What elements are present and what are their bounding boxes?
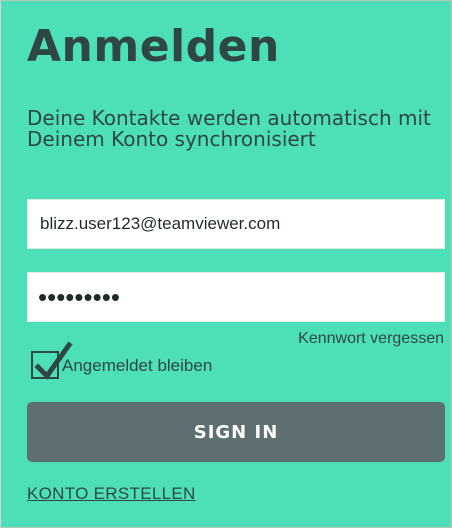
sign-in-button[interactable]: SIGN IN bbox=[27, 402, 445, 462]
email-field[interactable] bbox=[27, 199, 445, 249]
login-panel: Anmelden Deine Kontakte werden automatis… bbox=[0, 0, 452, 528]
checkbox-box[interactable] bbox=[31, 341, 73, 380]
password-field[interactable] bbox=[27, 272, 445, 322]
forgot-password-link[interactable]: Kennwort vergessen bbox=[298, 330, 444, 348]
create-account-link[interactable]: KONTO ERSTELLEN bbox=[27, 484, 196, 504]
remember-me-checkbox[interactable]: Angemeldet bleiben bbox=[31, 341, 213, 387]
remember-me-label: Angemeldet bleiben bbox=[62, 356, 213, 375]
checkmark-icon bbox=[34, 341, 73, 380]
page-title: Anmelden bbox=[27, 21, 280, 72]
login-subtitle: Deine Kontakte werden automatisch mit De… bbox=[27, 106, 431, 151]
